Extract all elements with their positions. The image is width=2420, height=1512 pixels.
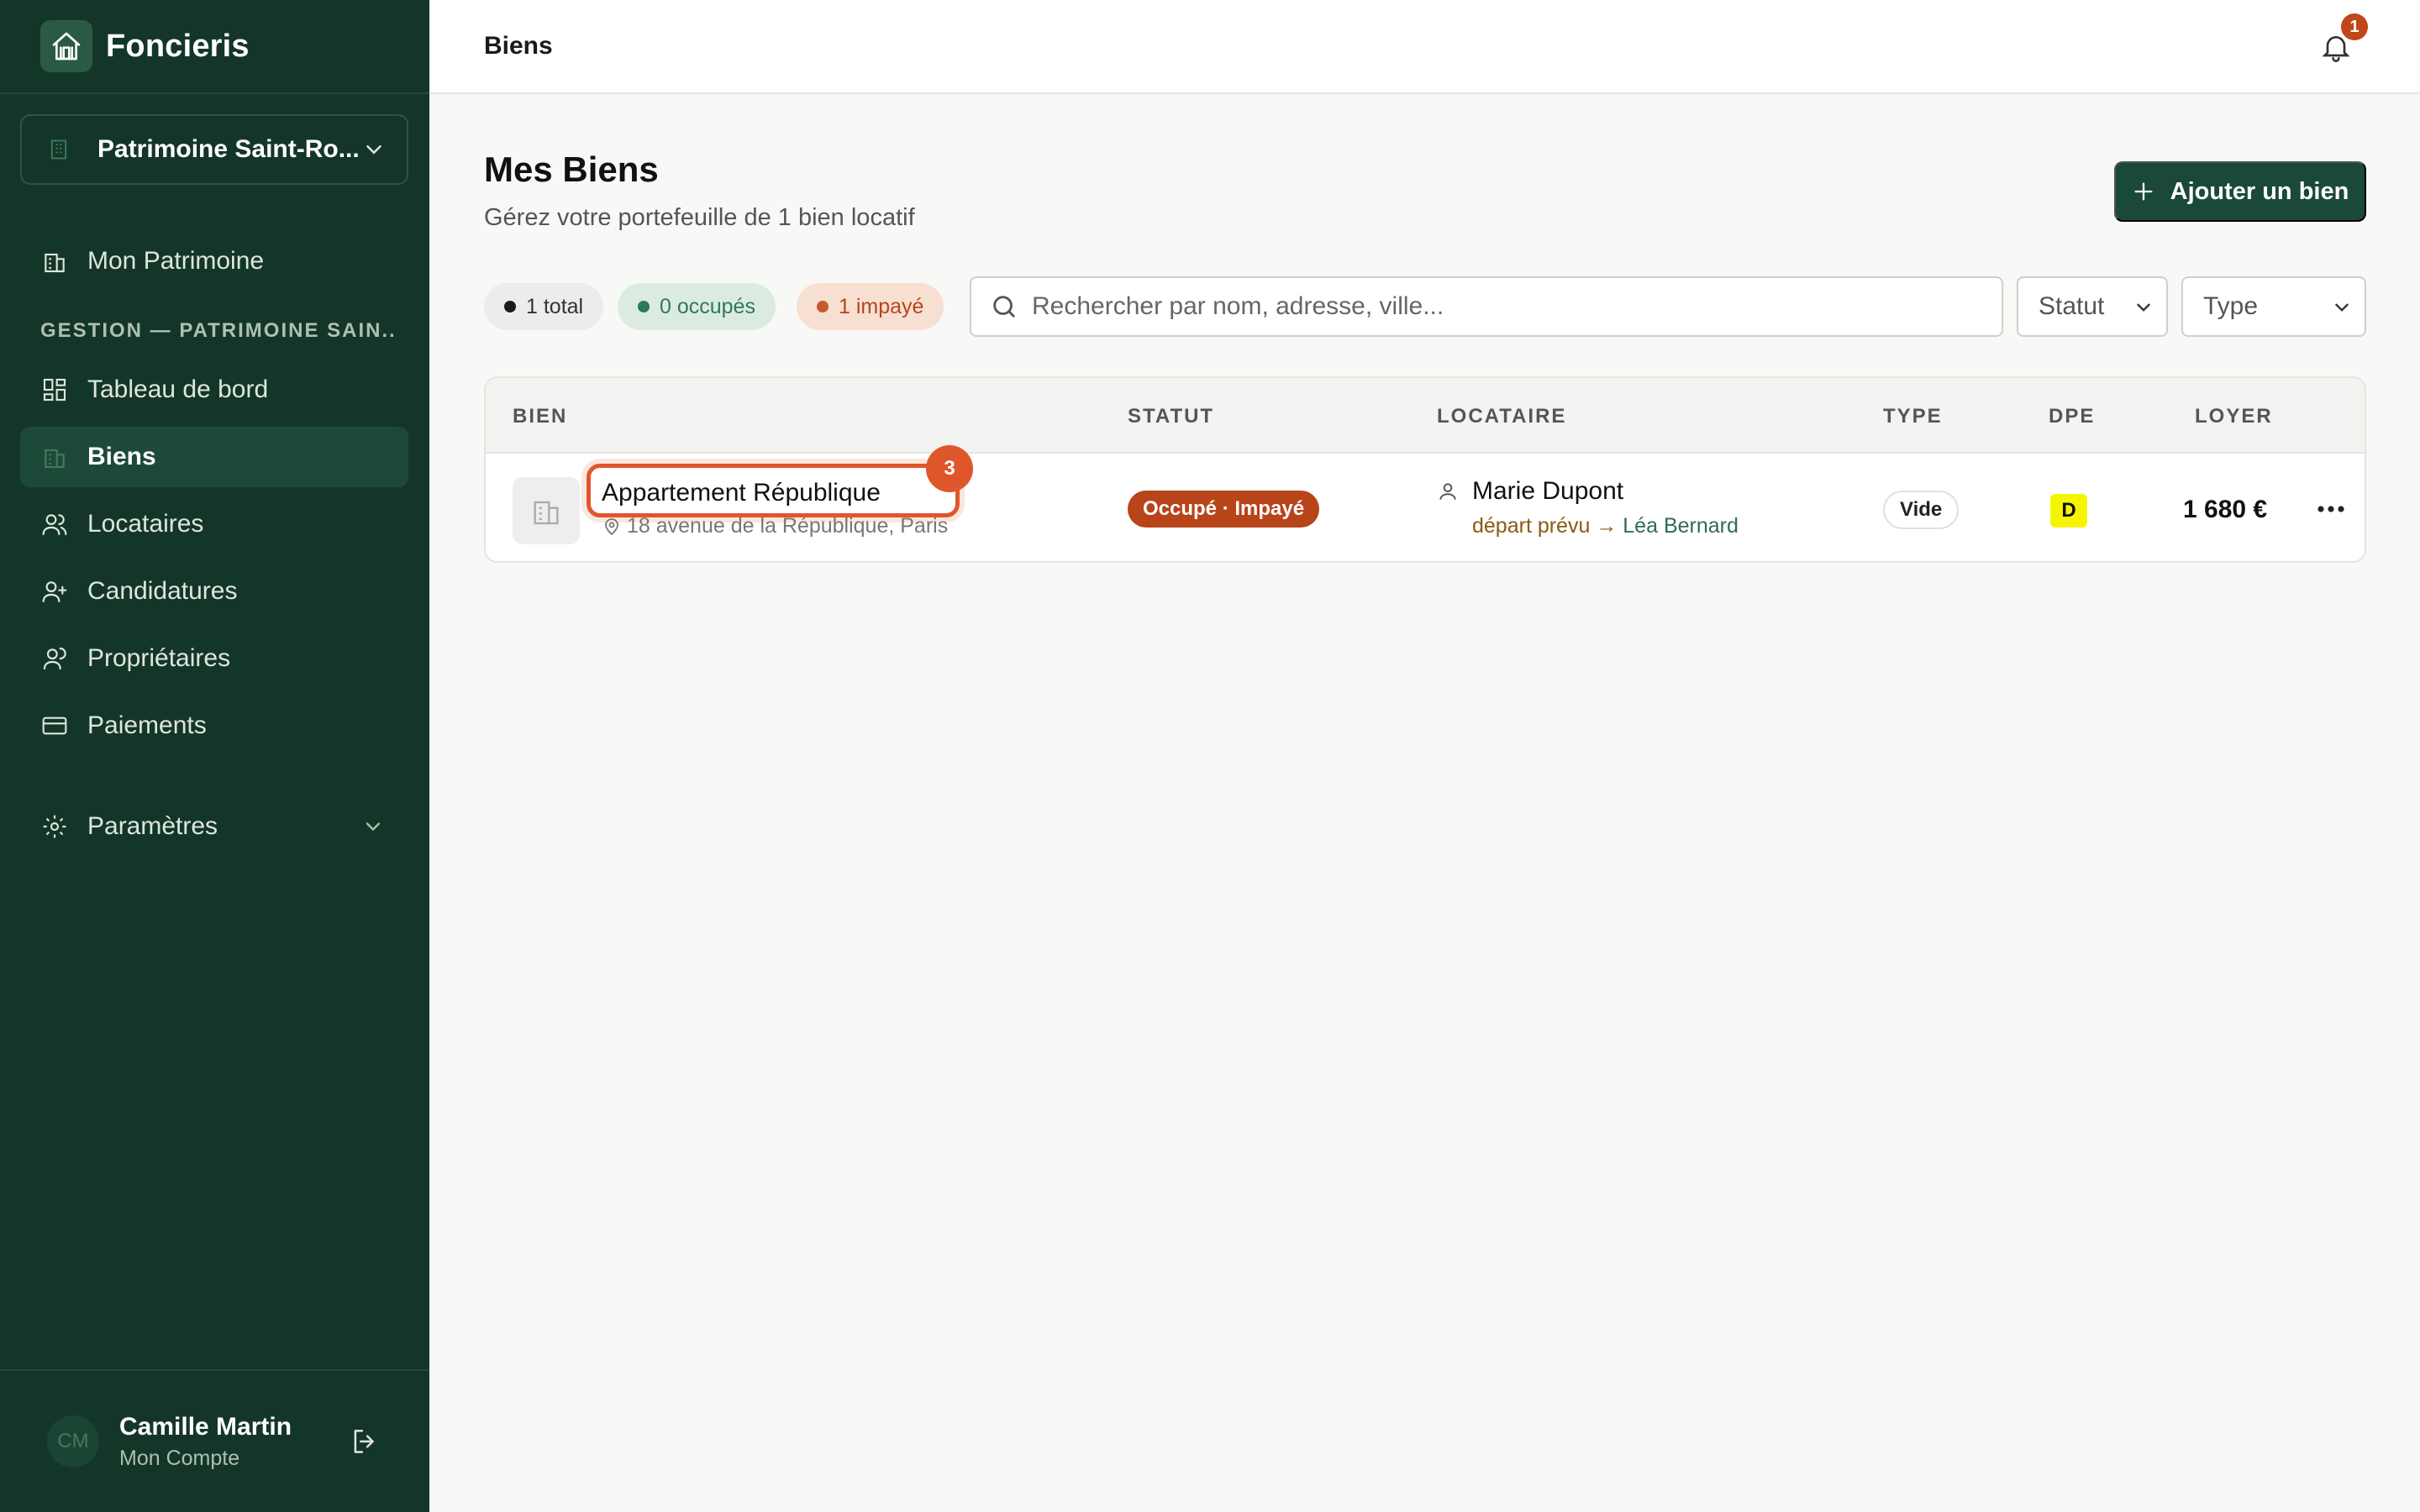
nav-candidatures[interactable]: Candidatures [20, 561, 408, 622]
tenant-name[interactable]: Marie Dupont [1437, 477, 1739, 506]
nav-label: Biens [87, 443, 156, 470]
type-badge: Vide [1883, 491, 1960, 529]
column-header-bien[interactable]: BIEN [513, 405, 567, 428]
tenant-note-prefix: départ prévu [1472, 514, 1591, 538]
chevron-down-icon [2335, 303, 2349, 312]
user-plus-icon [40, 577, 69, 606]
filter-chip-unpaid[interactable]: 1 impayé [797, 283, 944, 330]
dashboard-icon [40, 375, 69, 404]
avatar[interactable]: CM [47, 1415, 99, 1467]
dot-icon [817, 301, 829, 312]
sidebar: Foncieris Patrimoine Saint-Ro... Mon Pat… [0, 0, 429, 1512]
gear-icon [40, 812, 69, 841]
building-icon [40, 247, 69, 276]
nav-label: Paramètres [87, 812, 218, 840]
chevron-down-icon [2137, 303, 2150, 312]
map-pin-icon [605, 517, 618, 535]
nav-biens[interactable]: Biens [20, 427, 408, 487]
nav-mon-patrimoine[interactable]: Mon Patrimoine [20, 231, 408, 291]
annotation-marker: 3 [926, 445, 973, 492]
filter-chip-total[interactable]: 1 total [484, 283, 604, 330]
nav-label: Tableau de bord [87, 375, 269, 403]
dot-icon [638, 301, 650, 312]
building-icon [42, 133, 76, 166]
users-icon [40, 510, 69, 538]
status-badge: Occupé · Impayé [1128, 491, 1320, 528]
dpe-badge: D [2050, 494, 2087, 528]
plus-icon [2134, 182, 2153, 201]
search-icon [993, 296, 1015, 318]
nav-tableau-de-bord[interactable]: Tableau de bord [20, 360, 408, 420]
property-address: 18 avenue de la République, Paris [602, 514, 948, 538]
nav-parametres[interactable]: Paramètres [20, 796, 408, 857]
notification-badge: 1 [2341, 13, 2368, 40]
select-value: Statut [2039, 292, 2105, 320]
breadcrumb: Biens [484, 32, 553, 60]
chip-label: 1 total [526, 294, 584, 318]
user-icon [1439, 483, 1456, 500]
chip-label: 1 impayé [839, 294, 924, 318]
rent-amount: 1 680 € [2183, 496, 2268, 523]
tenant-note: départ prévu → Léa Bernard [1472, 514, 1739, 538]
tenant-name-text: Marie Dupont [1472, 477, 1624, 505]
tenant-cell: Marie Dupont départ prévu → Léa Bernard [1437, 477, 1739, 538]
chevron-down-icon [366, 822, 381, 832]
column-header-statut[interactable]: STATUT [1128, 405, 1214, 428]
organization-selector[interactable]: Patrimoine Saint-Ro... [20, 114, 408, 185]
building-icon [40, 443, 69, 471]
address-text: 18 avenue de la République, Paris [627, 514, 949, 538]
dot-icon [504, 301, 516, 312]
search-input[interactable] [1032, 292, 1956, 321]
nav-section-label: GESTION — PATRIMOINE SAIN... [40, 319, 393, 342]
nav-proprietaires[interactable]: Propriétaires [20, 628, 408, 689]
nav-label: Mon Patrimoine [87, 247, 265, 275]
select-value: Type [2203, 292, 2259, 320]
topbar: Biens 1 [429, 0, 2420, 94]
owners-icon [40, 644, 69, 673]
column-header-dpe[interactable]: DPE [2049, 405, 2095, 428]
nav-label: Paiements [87, 711, 207, 739]
column-header-loyer[interactable]: LOYER [2195, 405, 2273, 428]
table-header: BIEN STATUT LOCATAIRE TYPE DPE LOYER [486, 378, 2365, 454]
house-logo-icon [40, 20, 92, 72]
filter-chip-occupied[interactable]: 0 occupés [618, 283, 776, 330]
nav-label: Locataires [87, 510, 204, 538]
page-title: Mes Biens [484, 150, 659, 189]
arrow-right-icon: → [1596, 514, 1618, 538]
user-name: Camille Martin [119, 1412, 292, 1441]
more-horizontal-icon[interactable] [2316, 497, 2346, 521]
add-property-button[interactable]: Ajouter un bien [2114, 161, 2366, 222]
next-tenant-name: Léa Bernard [1623, 514, 1739, 538]
account-panel: CM Camille Martin Mon Compte [0, 1369, 429, 1512]
nav-locataires[interactable]: Locataires [20, 494, 408, 554]
nav-paiements[interactable]: Paiements [20, 696, 408, 756]
brand[interactable]: Foncieris [0, 0, 429, 94]
building-icon [534, 501, 559, 525]
status-filter-select[interactable]: Statut [2017, 276, 2168, 337]
properties-table: BIEN STATUT LOCATAIRE TYPE DPE LOYER 18 … [484, 376, 2366, 563]
column-header-locataire[interactable]: LOCATAIRE [1437, 405, 1566, 428]
nav-label: Candidatures [87, 577, 238, 605]
organization-name: Patrimoine Saint-Ro... [97, 135, 360, 163]
property-thumbnail [513, 477, 580, 544]
user-subtitle: Mon Compte [119, 1446, 240, 1470]
logout-icon[interactable] [349, 1425, 381, 1457]
page-subtitle: Gérez votre portefeuille de 1 bien locat… [484, 204, 915, 231]
column-header-type[interactable]: TYPE [1883, 405, 1943, 428]
type-filter-select[interactable]: Type [2181, 276, 2366, 337]
add-property-label: Ajouter un bien [2170, 177, 2349, 205]
nav-label: Propriétaires [87, 644, 231, 672]
search-box [970, 276, 2003, 337]
chevron-down-icon [366, 145, 381, 155]
chip-label: 0 occupés [660, 294, 755, 318]
table-row[interactable]: 18 avenue de la République, Paris Appart… [486, 445, 2365, 561]
user-info[interactable]: Camille Martin Mon Compte [119, 1413, 349, 1471]
property-name-link[interactable]: Appartement République [602, 479, 881, 507]
app-name: Foncieris [106, 28, 250, 64]
credit-card-icon [40, 711, 69, 740]
